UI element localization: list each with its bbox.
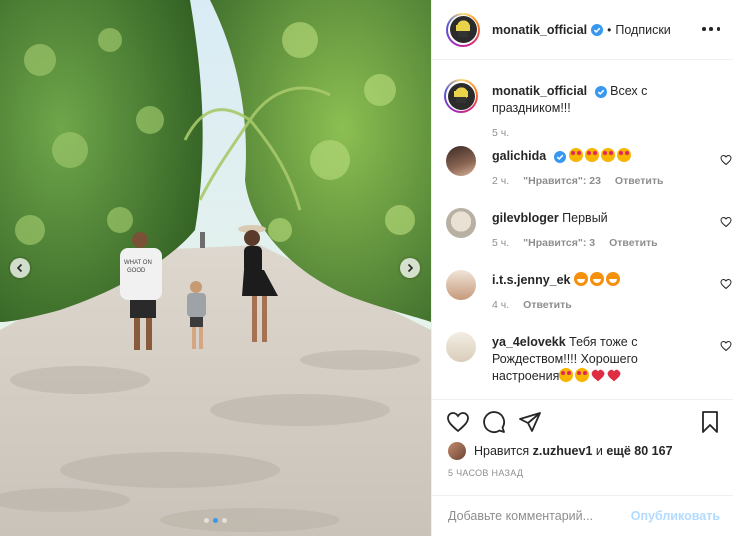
monatik-logo-icon bbox=[456, 24, 470, 37]
carousel-dot bbox=[213, 518, 218, 523]
comment-likes-count[interactable]: "Нравится": 23 bbox=[523, 175, 601, 187]
post-actions: Нравится z.uzhuev1 и ещё 80 167 5 часов … bbox=[432, 399, 733, 495]
comment-text-line1: Тебя тоже с bbox=[569, 335, 638, 349]
caption-text-line1: Всех с bbox=[610, 84, 648, 98]
comment-body: galichida bbox=[492, 148, 692, 165]
publish-button[interactable]: Опубликовать bbox=[631, 509, 720, 523]
red-heart-emoji-icon bbox=[591, 369, 605, 382]
comment-time[interactable]: 5 ч. bbox=[492, 237, 509, 249]
comment-body: ya_4elovekk Тебя тоже с Рождеством!!!! Х… bbox=[492, 334, 652, 385]
likes-count[interactable]: ещё 80 167 bbox=[606, 444, 672, 458]
carousel-indicator bbox=[204, 518, 227, 523]
verified-badge-icon bbox=[591, 23, 604, 36]
comment-avatar[interactable] bbox=[446, 146, 476, 176]
author-avatar[interactable] bbox=[446, 12, 480, 47]
chevron-left-icon bbox=[16, 263, 23, 273]
previous-slide-button[interactable] bbox=[10, 258, 30, 278]
fox-emoji-icon bbox=[590, 272, 604, 286]
liker-avatar[interactable] bbox=[448, 442, 466, 460]
comment-avatar[interactable] bbox=[446, 208, 476, 238]
likes-prefix: Нравится bbox=[474, 444, 530, 458]
like-comment-heart-icon[interactable] bbox=[720, 154, 732, 166]
reply-button[interactable]: Ответить bbox=[615, 175, 664, 187]
more-dot-icon bbox=[702, 27, 706, 31]
following-button[interactable]: Подписки bbox=[615, 23, 670, 37]
comment-text-line2: Рождеством!!!! Хорошего bbox=[492, 352, 638, 366]
comment-avatar[interactable] bbox=[446, 332, 476, 362]
author-username[interactable]: monatik_official bbox=[492, 23, 587, 37]
save-bookmark-icon[interactable] bbox=[698, 410, 722, 434]
smiling-heart-eyes-emoji-icon bbox=[617, 148, 632, 162]
carousel-dot bbox=[222, 518, 227, 523]
caption: monatik_official Всех с праздником!!! 5 … bbox=[444, 79, 726, 141]
comment-meta: 4 ч. Ответить bbox=[492, 299, 572, 311]
likes-conjunction: и bbox=[595, 444, 603, 458]
shirt-print-line2: GOOD bbox=[127, 268, 146, 274]
verified-badge-icon bbox=[553, 150, 566, 163]
caption-text-line2: праздником!!! bbox=[492, 101, 571, 115]
more-options-button[interactable] bbox=[702, 22, 720, 36]
carousel-dot bbox=[204, 518, 209, 523]
next-slide-button[interactable] bbox=[400, 258, 420, 278]
comment-username[interactable]: gilevbloger bbox=[492, 211, 559, 225]
comment-bubble-icon[interactable] bbox=[482, 410, 506, 434]
photo-scene: WHAT ON GOOD bbox=[0, 0, 431, 536]
comment-body: gilevbloger Первый bbox=[492, 210, 692, 227]
caption-meta: 5 ч. bbox=[492, 127, 509, 139]
like-comment-heart-icon[interactable] bbox=[720, 216, 732, 228]
caption-body: monatik_official Всех с праздником!!! bbox=[492, 83, 692, 117]
fox-emoji-icon bbox=[574, 272, 588, 286]
more-dot-icon bbox=[716, 27, 720, 31]
like-heart-icon[interactable] bbox=[446, 410, 470, 434]
smiling-heart-eyes-emoji-icon bbox=[559, 368, 574, 382]
comment-username[interactable]: galichida bbox=[492, 149, 546, 163]
like-comment-heart-icon[interactable] bbox=[720, 278, 732, 290]
smiling-heart-eyes-emoji-icon bbox=[569, 148, 584, 162]
fox-emoji-icon bbox=[606, 272, 620, 286]
share-plane-icon[interactable] bbox=[518, 410, 542, 434]
smiling-heart-eyes-emoji-icon bbox=[575, 368, 590, 382]
caption-time[interactable]: 5 ч. bbox=[492, 127, 509, 139]
reply-button[interactable]: Ответить bbox=[523, 299, 572, 311]
more-dot-icon bbox=[709, 27, 713, 31]
shirt-print-line1: WHAT ON bbox=[124, 260, 152, 266]
comment-text-line3: настроения bbox=[492, 369, 560, 383]
post-timestamp[interactable]: 5 часов назад bbox=[448, 468, 523, 478]
header-separator: • bbox=[607, 22, 612, 37]
comment-username[interactable]: i.t.s.jenny_ek bbox=[492, 273, 571, 287]
caption-avatar[interactable] bbox=[444, 79, 478, 113]
comment-username[interactable]: ya_4elovekk bbox=[492, 335, 566, 349]
likes-summary: Нравится z.uzhuev1 и ещё 80 167 bbox=[448, 442, 673, 460]
post-photo[interactable]: WHAT ON GOOD bbox=[0, 0, 431, 536]
red-heart-emoji-icon bbox=[607, 369, 621, 382]
add-comment-bar: Опубликовать bbox=[432, 495, 733, 536]
caption-username[interactable]: monatik_official bbox=[492, 84, 587, 98]
smiling-heart-eyes-emoji-icon bbox=[601, 148, 616, 162]
comment-item: ya_4elovekk Тебя тоже с Рождеством!!!! Х… bbox=[446, 332, 732, 399]
comment-meta: 2 ч. "Нравится": 23 Ответить bbox=[492, 175, 663, 187]
verified-badge-icon bbox=[594, 85, 607, 98]
comment-meta: 5 ч. "Нравится": 3 Ответить bbox=[492, 237, 658, 249]
chevron-right-icon bbox=[407, 263, 414, 273]
comment-time[interactable]: 2 ч. bbox=[492, 175, 509, 187]
smiling-heart-eyes-emoji-icon bbox=[585, 148, 600, 162]
like-comment-heart-icon[interactable] bbox=[720, 340, 732, 352]
liker-username[interactable]: z.uzhuev1 bbox=[533, 444, 593, 458]
comment-avatar[interactable] bbox=[446, 270, 476, 300]
comment-text: Первый bbox=[562, 211, 608, 225]
post-sidebar: monatik_official • Подписки monatik_offi… bbox=[431, 0, 733, 536]
comment-item: galichida 2 ч. "Нравится": 23 Ответить bbox=[446, 146, 732, 196]
reply-button[interactable]: Ответить bbox=[609, 237, 658, 249]
post-header: monatik_official • Подписки bbox=[432, 0, 733, 60]
comment-item: gilevbloger Первый 5 ч. "Нравится": 3 От… bbox=[446, 208, 732, 258]
comment-body: i.t.s.jenny_ek bbox=[492, 272, 692, 289]
comment-input[interactable] bbox=[448, 509, 628, 523]
comments-list[interactable]: monatik_official Всех с праздником!!! 5 … bbox=[432, 61, 733, 399]
comment-likes-count[interactable]: "Нравится": 3 bbox=[523, 237, 595, 249]
monatik-logo-icon bbox=[454, 91, 468, 103]
comment-item: i.t.s.jenny_ek 4 ч. Ответить bbox=[446, 270, 732, 320]
comment-time[interactable]: 4 ч. bbox=[492, 299, 509, 311]
